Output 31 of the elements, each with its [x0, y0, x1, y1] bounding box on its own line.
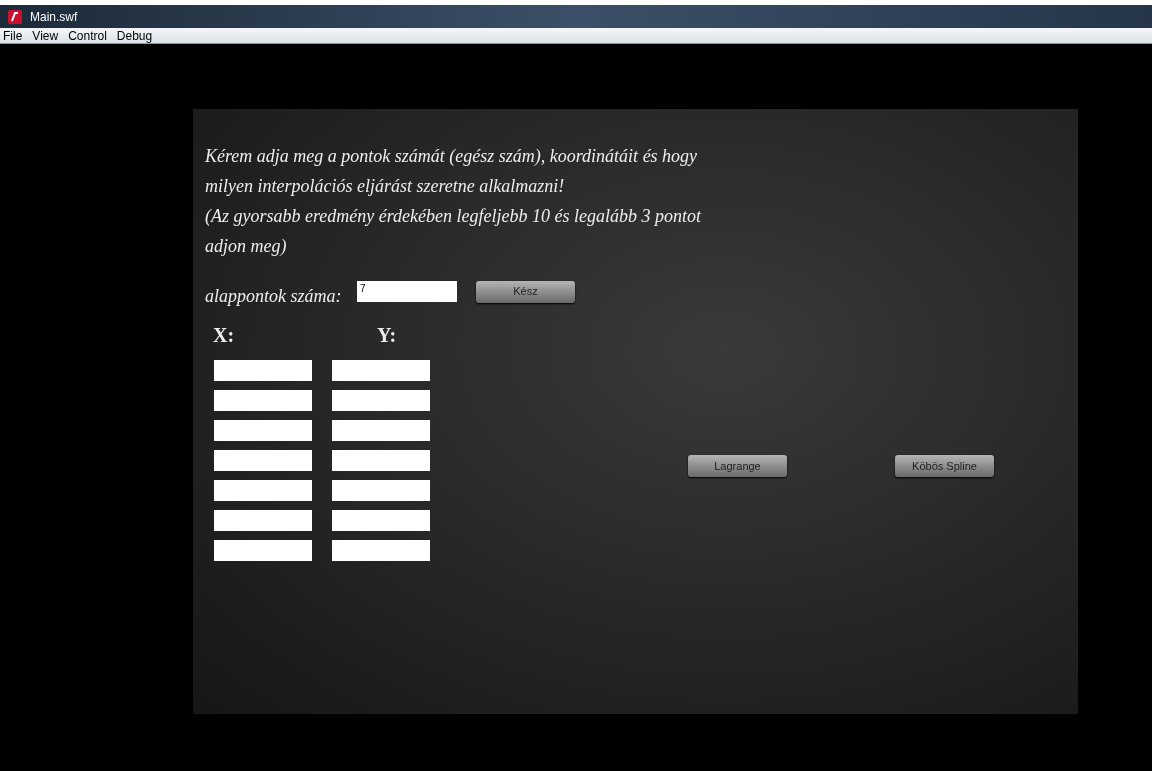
count-label: alappontok száma:: [205, 285, 343, 308]
x-input-field[interactable]: [214, 450, 312, 471]
x-input-field[interactable]: [214, 360, 312, 381]
column-label: X:: [213, 323, 236, 348]
x-input-field[interactable]: [214, 420, 312, 441]
menu-item[interactable]: Control: [68, 29, 107, 42]
column-label: Y:: [377, 323, 397, 348]
y-input-field[interactable]: [332, 480, 430, 501]
menu-item[interactable]: View: [32, 29, 59, 42]
instruction-text: (Az gyorsabb eredmény érdekében legfeljebb 10 és legalább 3 pontot: [205, 205, 703, 228]
y-input-field[interactable]: [332, 420, 430, 441]
y-input-field[interactable]: [332, 540, 430, 561]
menu-item[interactable]: Debug: [116, 29, 153, 42]
y-input-field[interactable]: [332, 390, 430, 411]
x-input-field[interactable]: [214, 390, 312, 411]
count-field[interactable]: 7: [357, 281, 457, 302]
method-button[interactable]: Lagrange: [688, 455, 787, 477]
y-input-field[interactable]: [332, 360, 430, 381]
x-input-field[interactable]: [214, 510, 312, 531]
method-button[interactable]: Köbös Spline: [895, 455, 994, 477]
done-button[interactable]: Kész: [476, 280, 575, 303]
x-input-field[interactable]: [214, 540, 312, 561]
x-input-field[interactable]: [214, 480, 312, 501]
y-input-field[interactable]: [332, 450, 430, 471]
y-input-field[interactable]: [332, 510, 430, 531]
menu-item[interactable]: File: [3, 29, 23, 42]
app-icon: [8, 9, 22, 24]
instruction-text: adjon meg): [205, 235, 288, 258]
window-title: Main.swf: [30, 8, 78, 26]
instruction-text: Kérem adja meg a pontok számát (egész szám), koordinátáit és hogy: [205, 145, 699, 168]
instruction-text: milyen interpolációs eljárást szeretne alkalmazni!: [205, 175, 566, 198]
